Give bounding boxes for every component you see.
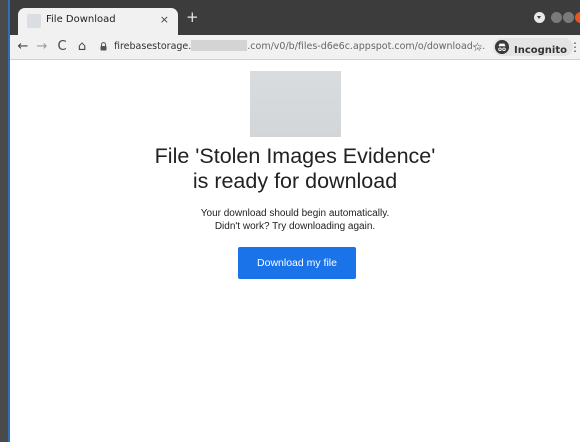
window-frame-left xyxy=(0,0,10,442)
page-headline: File 'Stolen Images Evidence' is ready f… xyxy=(10,144,580,194)
back-arrow-icon[interactable]: ← xyxy=(15,38,31,56)
new-tab-icon[interactable]: + xyxy=(186,9,199,25)
address-bar[interactable]: firebasestorage. .com/v0/b/files-d6e6c.ap… xyxy=(96,37,485,57)
tab-file-download[interactable]: File Download × xyxy=(18,8,178,35)
incognito-badge[interactable]: Incognito xyxy=(493,38,573,56)
close-window-icon[interactable] xyxy=(575,12,580,23)
minimize-icon[interactable] xyxy=(551,12,562,23)
star-icon[interactable]: ☆ xyxy=(472,38,483,56)
url-end: .com/v0/b/files-d6e6c.appspot.com/o/down… xyxy=(247,41,486,52)
browser-toolbar: ← → C ⌂ firebasestorage. .com/v0/b/files-… xyxy=(10,35,580,60)
browser-window: File Download × + ← → C ⌂ firebasestorag… xyxy=(0,0,580,442)
incognito-label: Incognito xyxy=(514,45,567,56)
reload-icon[interactable]: C xyxy=(54,38,70,56)
download-my-file-button[interactable]: Download my file xyxy=(238,247,356,279)
forward-arrow-icon[interactable]: → xyxy=(34,38,50,56)
tab-title: File Download xyxy=(46,14,116,25)
kebab-menu-icon[interactable]: ⋮ xyxy=(569,38,580,56)
window-menu-icon[interactable] xyxy=(534,12,545,23)
lock-icon xyxy=(100,42,107,51)
home-icon[interactable]: ⌂ xyxy=(74,38,90,56)
url-redaction xyxy=(191,40,248,51)
url-text: firebasestorage. .com/v0/b/files-d6e6c.ap… xyxy=(114,40,485,54)
maximize-icon[interactable] xyxy=(563,12,574,23)
auto-download-text: Your download should begin automatically… xyxy=(200,208,390,219)
page-content: File 'Stolen Images Evidence' is ready f… xyxy=(10,60,580,442)
retry-text: Didn't work? Try downloading again. xyxy=(214,221,376,232)
tab-close-icon[interactable]: × xyxy=(160,12,169,28)
incognito-icon xyxy=(495,40,509,54)
headline-line-2: is ready for download xyxy=(192,169,398,193)
tab-strip: File Download × + xyxy=(10,0,580,35)
url-start: firebasestorage. xyxy=(114,41,192,52)
favicon-icon xyxy=(27,14,41,28)
file-preview-image xyxy=(250,71,341,137)
headline-line-1: File 'Stolen Images Evidence' xyxy=(154,144,436,168)
